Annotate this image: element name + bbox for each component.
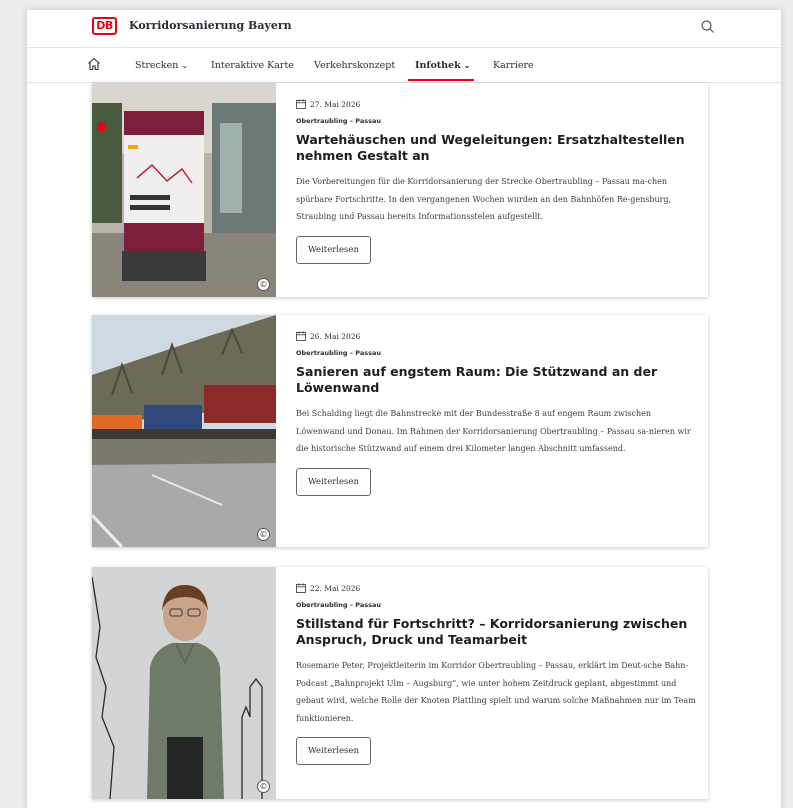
site-title[interactable]: Korridorsanierung Bayern: [129, 19, 292, 32]
article-card: © 27. Mai 2026 Obertraubling – Passau Wa…: [92, 83, 708, 297]
calendar-icon: [296, 99, 306, 109]
article-image-freight-train[interactable]: ©: [92, 315, 276, 547]
article-teaser: Die Vorbereitungen für die Korridorsanie…: [296, 177, 672, 221]
article-tag: Obertraubling – Passau: [296, 349, 382, 357]
nav-item-verkehrskonzept[interactable]: Verkehrskonzept: [314, 60, 395, 71]
article-date-text: 26. Mai 2026: [310, 331, 361, 341]
read-more-button[interactable]: Weiterlesen: [296, 737, 371, 765]
calendar-icon: [296, 331, 306, 341]
nav-item-karriere[interactable]: Karriere: [493, 60, 534, 71]
article-title[interactable]: Stillstand für Fortschritt? – Korridorsa…: [296, 616, 696, 648]
article-image-portrait[interactable]: ©: [92, 567, 276, 799]
article-content: 26. Mai 2026 Obertraubling – Passau Sani…: [296, 329, 696, 496]
browser-page: DB Korridorsanierung Bayern Strecken ⌄ In…: [27, 10, 781, 808]
article-content: 22. Mai 2026 Obertraubling – Passau Stil…: [296, 581, 696, 765]
article-card: © 22. Mai 2026 Obertraubling – Passau St…: [92, 567, 708, 799]
article-title[interactable]: Wartehäuschen und Wegeleitungen: Ersatzh…: [296, 132, 696, 164]
db-logo[interactable]: DB: [92, 17, 117, 35]
copyright-icon[interactable]: ©: [257, 780, 270, 793]
article-date: 26. Mai 2026: [296, 329, 696, 343]
read-more-button[interactable]: Weiterlesen: [296, 235, 371, 264]
article-tag: Obertraubling – Passau: [296, 117, 382, 125]
article-date-text: 22. Mai 2026: [310, 583, 361, 593]
copyright-icon[interactable]: ©: [257, 278, 270, 291]
read-more-button[interactable]: Weiterlesen: [296, 467, 371, 496]
active-nav-indicator: [408, 79, 474, 81]
chevron-down-icon: ⌄: [181, 61, 189, 70]
nav-item-strecken[interactable]: Strecken ⌄: [135, 60, 188, 71]
chevron-down-icon: ⌄: [463, 60, 471, 70]
calendar-icon: [296, 583, 306, 593]
article-teaser: Bei Schalding liegt die Bahnstrecke mit …: [296, 409, 691, 453]
article-date-text: 27. Mai 2026: [310, 99, 361, 109]
nav-item-infothek[interactable]: Infothek ⌄: [415, 60, 470, 71]
article-card: © 26. Mai 2026 Obertraubling – Passau Sa…: [92, 315, 708, 547]
article-date: 27. Mai 2026: [296, 97, 696, 111]
main-navigation: Strecken ⌄ Interaktive Karte Verkehrskonz…: [27, 48, 781, 83]
article-tag: Obertraubling – Passau: [296, 601, 382, 609]
article-date: 22. Mai 2026: [296, 581, 696, 595]
article-content: 27. Mai 2026 Obertraubling – Passau Wart…: [296, 97, 696, 264]
site-header: DB Korridorsanierung Bayern: [27, 10, 781, 48]
search-icon[interactable]: [699, 18, 717, 36]
copyright-icon[interactable]: ©: [257, 528, 270, 541]
article-image-info-stele[interactable]: ©: [92, 83, 276, 297]
article-teaser: Rosemarie Peter, Projektleiterin im Korr…: [296, 661, 696, 723]
home-icon[interactable]: [86, 56, 102, 72]
nav-item-interaktive-karte[interactable]: Interaktive Karte: [211, 60, 294, 71]
article-title[interactable]: Sanieren auf engstem Raum: Die Stützwand…: [296, 364, 696, 396]
